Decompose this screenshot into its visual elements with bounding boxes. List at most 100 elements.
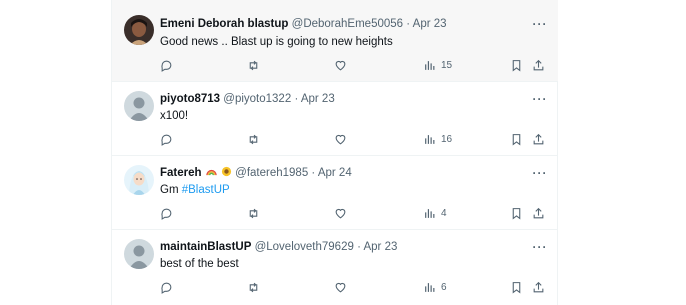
like-button[interactable] (334, 132, 347, 146)
views-chart-icon (425, 282, 435, 292)
tweet-actions: 6 (112, 280, 558, 294)
tweet[interactable]: maintainBlastUP @Loveloveth79629 · Apr 2… (112, 230, 558, 305)
share-icon (533, 207, 544, 218)
bookmark-button[interactable] (510, 206, 523, 220)
timestamp[interactable]: Apr 23 (413, 18, 447, 30)
retweet-button[interactable] (247, 132, 260, 146)
share-icon (533, 281, 544, 292)
tweet-text-body: Gm (160, 184, 182, 196)
views-chart-icon (425, 208, 435, 218)
photo-avatar-icon (124, 15, 154, 45)
views-button[interactable]: 16 (423, 132, 452, 146)
display-name[interactable]: Emeni Deborah blastup (160, 18, 288, 30)
avatar[interactable] (124, 91, 154, 121)
handle[interactable]: @Loveloveth79629 (255, 241, 354, 253)
heart-icon (335, 208, 346, 218)
separator: · (406, 18, 411, 30)
views-count: 15 (441, 59, 453, 71)
tweet-actions: 16 (112, 132, 558, 146)
retweet-icon (249, 134, 258, 144)
share-button[interactable] (532, 132, 545, 146)
reply-icon (161, 60, 172, 72)
avatar[interactable] (124, 165, 154, 195)
tweet-text-body: best of the best (160, 258, 239, 270)
retweet-icon (249, 208, 258, 218)
reply-button[interactable] (160, 58, 173, 72)
tweet-text: Good news .. Blast up is going to new he… (160, 35, 393, 49)
views-count: 4 (441, 207, 447, 219)
tweet-text: best of the best (160, 257, 239, 271)
retweet-button[interactable] (247, 58, 260, 72)
tweet-text-body: Good news .. Blast up is going to new he… (160, 36, 393, 48)
tweet-text-body: x100! (160, 110, 189, 122)
bookmark-button[interactable] (510, 132, 523, 146)
views-chart-icon (425, 60, 435, 70)
tweet-header: Fatereh @fatereh1985 · Apr 24 (160, 166, 352, 180)
views-button[interactable]: 15 (423, 58, 452, 72)
rainbow-emoji-icon (205, 169, 217, 176)
default-avatar-icon (124, 91, 154, 121)
timestamp[interactable]: Apr 23 (363, 241, 397, 253)
tweet-actions: 15 (112, 58, 558, 72)
display-name[interactable]: Fatereh (160, 167, 202, 179)
more-options-icon[interactable]: ··· (532, 241, 548, 257)
separator: · (294, 93, 299, 105)
reply-button[interactable] (160, 132, 173, 146)
display-name[interactable]: piyoto8713 (160, 93, 220, 105)
tweet-actions: 4 (112, 206, 558, 220)
like-button[interactable] (334, 58, 347, 72)
views-count: 16 (441, 133, 453, 145)
reply-button[interactable] (160, 206, 173, 220)
more-options-icon[interactable]: ··· (532, 93, 548, 109)
share-icon (533, 59, 544, 70)
tweet-text: x100! (160, 109, 188, 123)
bookmark-icon (512, 59, 521, 71)
views-chart-icon (425, 134, 435, 144)
bookmark-icon (512, 207, 521, 219)
reply-icon (161, 208, 172, 220)
share-icon (533, 133, 544, 144)
more-options-icon[interactable]: ··· (532, 18, 548, 34)
handle[interactable]: @piyoto1322 (223, 93, 291, 105)
separator: · (357, 241, 361, 253)
share-button[interactable] (532, 58, 545, 72)
reply-icon (161, 134, 172, 146)
avatar[interactable] (124, 239, 154, 269)
share-button[interactable] (532, 206, 545, 220)
more-options-icon[interactable]: ··· (532, 167, 548, 183)
illustrated-avatar-icon (124, 165, 154, 195)
bookmark-icon (512, 281, 521, 293)
bookmark-button[interactable] (510, 58, 523, 72)
share-button[interactable] (532, 280, 545, 294)
tweet-text: Gm #BlastUP (160, 183, 230, 197)
tweet[interactable]: Emeni Deborah blastup @DeborahEme50056 ·… (112, 0, 558, 82)
tweet[interactable]: Fatereh @fatereh1985 · Apr 24 ··· Gm #Bl… (112, 156, 558, 230)
views-count: 6 (441, 281, 447, 293)
retweet-button[interactable] (247, 280, 260, 294)
like-button[interactable] (334, 280, 347, 294)
reply-icon (161, 282, 172, 294)
separator: · (311, 167, 316, 179)
avatar[interactable] (124, 15, 154, 45)
sunflower-emoji-icon (221, 166, 232, 177)
tweet-header: maintainBlastUP @Loveloveth79629 · Apr 2… (160, 240, 397, 254)
bookmark-button[interactable] (510, 280, 523, 294)
heart-icon (335, 134, 346, 144)
tweet-header: Emeni Deborah blastup @DeborahEme50056 ·… (160, 17, 447, 31)
handle[interactable]: @DeborahEme50056 (292, 18, 403, 30)
retweet-button[interactable] (247, 206, 260, 220)
reply-button[interactable] (160, 280, 173, 294)
default-avatar-icon (124, 239, 154, 269)
timestamp[interactable]: Apr 23 (301, 93, 335, 105)
views-button[interactable]: 4 (423, 206, 447, 220)
tweet-header: piyoto8713 @piyoto1322 · Apr 23 (160, 92, 335, 106)
views-button[interactable]: 6 (423, 280, 447, 294)
timestamp[interactable]: Apr 24 (318, 167, 352, 179)
hashtag-link[interactable]: #BlastUP (182, 184, 230, 196)
retweet-icon (249, 60, 258, 70)
like-button[interactable] (334, 206, 347, 220)
handle[interactable]: @fatereh1985 (235, 167, 308, 179)
display-name[interactable]: maintainBlastUP (160, 241, 251, 253)
tweet[interactable]: piyoto8713 @piyoto1322 · Apr 23 ··· x100… (112, 82, 558, 156)
retweet-icon (249, 282, 258, 292)
